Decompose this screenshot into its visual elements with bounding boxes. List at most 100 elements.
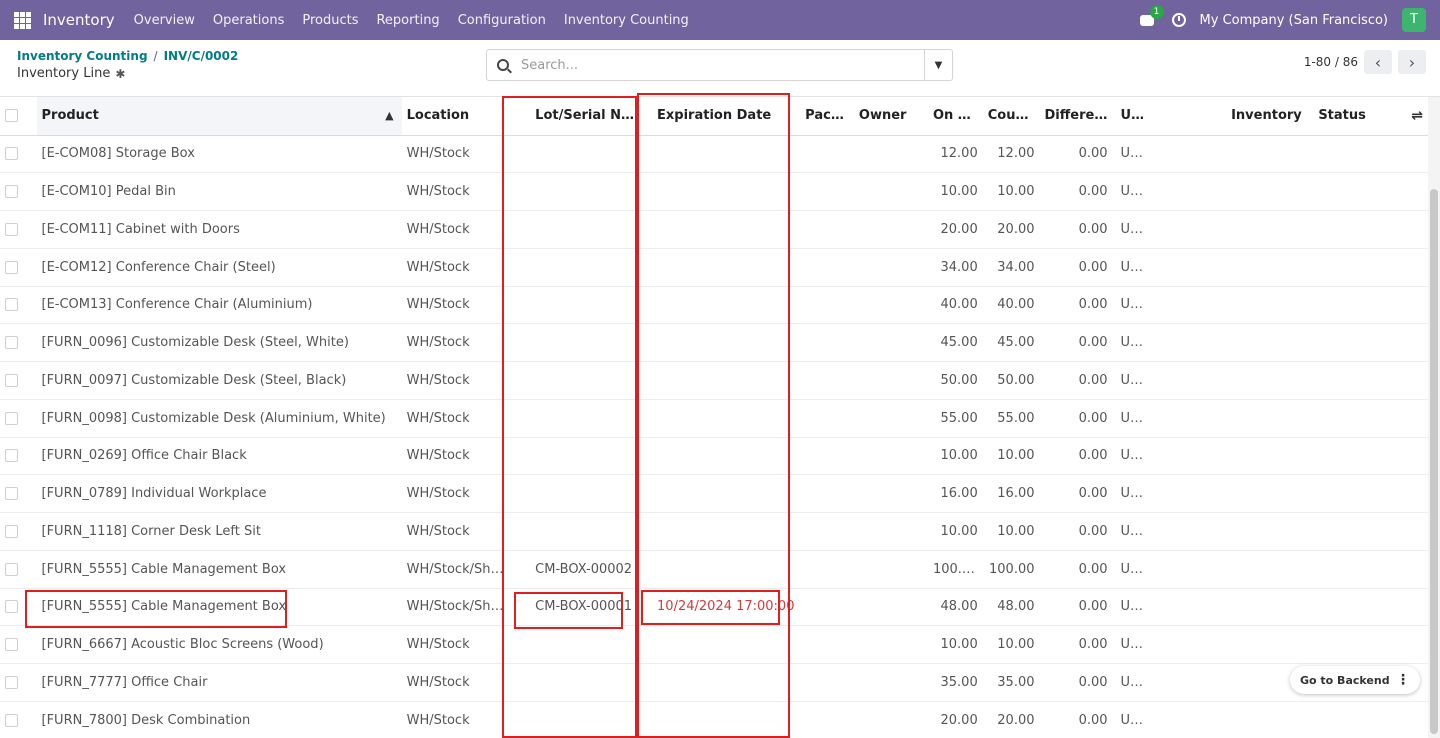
cell-product[interactable]: [FURN_0269] Office Chair Black bbox=[36, 437, 402, 476]
cell-location[interactable]: WH/Stock bbox=[401, 361, 514, 400]
cell-expiry[interactable] bbox=[647, 437, 801, 476]
user-avatar[interactable]: T bbox=[1402, 8, 1426, 32]
menu-products[interactable]: Products bbox=[302, 13, 358, 28]
cell-counted[interactable]: 16.00 bbox=[982, 474, 1040, 513]
row-checkbox[interactable] bbox=[5, 298, 18, 312]
cell-expiry[interactable] bbox=[647, 625, 801, 664]
kebab-menu-icon[interactable]: ⋮ bbox=[1396, 672, 1410, 688]
pager-value[interactable]: 1-80 / 86 bbox=[1304, 55, 1358, 69]
cell-package[interactable] bbox=[800, 437, 854, 476]
pager-next-button[interactable]: › bbox=[1398, 50, 1426, 74]
cell-location[interactable]: WH/Stock bbox=[401, 248, 514, 287]
company-switcher[interactable]: My Company (San Francisco) bbox=[1200, 13, 1388, 28]
cell-location[interactable]: WH/Stock bbox=[401, 663, 514, 702]
table-row[interactable]: [FURN_5555] Cable Management Box WH/Stoc… bbox=[0, 550, 1428, 589]
cell-owner[interactable] bbox=[853, 550, 928, 589]
cell-product[interactable]: [FURN_7800] Desk Combination bbox=[36, 701, 402, 738]
table-row[interactable]: [FURN_0269] Office Chair Black WH/Stock … bbox=[0, 437, 1428, 476]
cell-expiry[interactable] bbox=[647, 399, 801, 438]
cell-package[interactable] bbox=[800, 474, 854, 513]
cell-lot[interactable] bbox=[513, 286, 648, 325]
cell-owner[interactable] bbox=[853, 361, 928, 400]
menu-inventory-counting[interactable]: Inventory Counting bbox=[564, 13, 689, 28]
cell-package[interactable] bbox=[800, 550, 854, 589]
cell-owner[interactable] bbox=[853, 323, 928, 362]
cell-counted[interactable]: 10.00 bbox=[982, 437, 1040, 476]
cell-counted[interactable]: 40.00 bbox=[982, 286, 1040, 325]
cell-counted[interactable]: 20.00 bbox=[982, 701, 1040, 738]
cell-location[interactable]: WH/Stock bbox=[401, 323, 514, 362]
search-options-toggle[interactable]: ▼ bbox=[924, 50, 952, 80]
cell-product[interactable]: [E-COM11] Cabinet with Doors bbox=[36, 210, 402, 249]
cell-lot[interactable] bbox=[513, 512, 648, 551]
cell-location[interactable]: WH/Stock bbox=[401, 701, 514, 738]
cell-expiry[interactable] bbox=[647, 701, 801, 738]
cell-counted[interactable]: 34.00 bbox=[982, 248, 1040, 287]
row-checkbox[interactable] bbox=[5, 222, 18, 236]
cell-product[interactable]: [E-COM13] Conference Chair (Aluminium) bbox=[36, 286, 402, 325]
column-product[interactable]: Product ▲ bbox=[36, 97, 402, 136]
cell-package[interactable] bbox=[800, 625, 854, 664]
cell-owner[interactable] bbox=[853, 210, 928, 249]
cell-expiry[interactable] bbox=[647, 474, 801, 513]
cell-location[interactable]: WH/Stock bbox=[401, 512, 514, 551]
cell-expiry[interactable] bbox=[647, 286, 801, 325]
cell-owner[interactable] bbox=[853, 474, 928, 513]
gear-icon[interactable]: ✱ bbox=[115, 67, 125, 81]
row-checkbox[interactable] bbox=[5, 562, 18, 576]
cell-counted[interactable]: 55.00 bbox=[982, 399, 1040, 438]
cell-lot[interactable] bbox=[513, 172, 648, 211]
column-inventory[interactable]: Inventory bbox=[1226, 97, 1314, 136]
row-checkbox[interactable] bbox=[5, 487, 18, 501]
pager-previous-button[interactable]: ‹ bbox=[1364, 50, 1392, 74]
cell-owner[interactable] bbox=[853, 701, 928, 738]
cell-counted[interactable]: 48.00 bbox=[982, 588, 1040, 627]
cell-counted[interactable]: 10.00 bbox=[982, 512, 1040, 551]
table-row[interactable]: [E-COM10] Pedal Bin WH/Stock 10.00 10.00… bbox=[0, 172, 1428, 211]
cell-location[interactable]: WH/Stock bbox=[401, 474, 514, 513]
column-package[interactable]: Pack... bbox=[800, 97, 854, 136]
cell-location[interactable]: WH/Stock/Shelf 2 bbox=[401, 550, 514, 589]
menu-configuration[interactable]: Configuration bbox=[458, 13, 546, 28]
cell-lot[interactable] bbox=[513, 361, 648, 400]
cell-lot[interactable] bbox=[513, 663, 648, 702]
table-row[interactable]: [E-COM08] Storage Box WH/Stock 12.00 12.… bbox=[0, 135, 1428, 174]
cell-package[interactable] bbox=[800, 588, 854, 627]
column-counted[interactable]: Coun... bbox=[982, 97, 1040, 136]
row-checkbox[interactable] bbox=[5, 260, 18, 274]
table-row[interactable]: [FURN_7800] Desk Combination WH/Stock 20… bbox=[0, 701, 1428, 738]
scrollbar-thumb[interactable] bbox=[1430, 189, 1438, 734]
cell-expiry[interactable] bbox=[647, 550, 801, 589]
column-uom[interactable]: U... bbox=[1112, 97, 1143, 136]
cell-product[interactable]: [FURN_0789] Individual Workplace bbox=[36, 474, 402, 513]
cell-package[interactable] bbox=[800, 663, 854, 702]
cell-lot[interactable] bbox=[513, 210, 648, 249]
menu-reporting[interactable]: Reporting bbox=[376, 13, 439, 28]
column-owner[interactable]: Owner bbox=[853, 97, 928, 136]
cell-owner[interactable] bbox=[853, 172, 928, 211]
menu-overview[interactable]: Overview bbox=[134, 13, 195, 28]
table-row[interactable]: [FURN_7777] Office Chair WH/Stock 35.00 … bbox=[0, 663, 1428, 702]
chat-icon[interactable]: 1 bbox=[1139, 5, 1164, 27]
cell-expiry[interactable] bbox=[647, 512, 801, 551]
column-location[interactable]: Location bbox=[401, 97, 514, 136]
cell-owner[interactable] bbox=[853, 437, 928, 476]
cell-location[interactable]: WH/Stock/Shelf 2 bbox=[401, 588, 514, 627]
cell-expiry[interactable] bbox=[647, 663, 801, 702]
row-checkbox[interactable] bbox=[5, 449, 18, 463]
row-checkbox[interactable] bbox=[5, 713, 18, 727]
cell-expiry[interactable] bbox=[647, 361, 801, 400]
table-row[interactable]: [FURN_0098] Customizable Desk (Aluminium… bbox=[0, 399, 1428, 438]
cell-counted[interactable]: 50.00 bbox=[982, 361, 1040, 400]
cell-package[interactable] bbox=[800, 286, 854, 325]
app-name[interactable]: Inventory bbox=[43, 11, 115, 29]
cell-lot[interactable] bbox=[513, 323, 648, 362]
cell-package[interactable] bbox=[800, 135, 854, 174]
row-checkbox[interactable] bbox=[5, 600, 18, 614]
cell-lot[interactable] bbox=[513, 625, 648, 664]
cell-lot[interactable] bbox=[513, 437, 648, 476]
cell-counted[interactable]: 10.00 bbox=[982, 625, 1040, 664]
cell-expiry[interactable] bbox=[647, 210, 801, 249]
table-row[interactable]: [E-COM12] Conference Chair (Steel) WH/St… bbox=[0, 248, 1428, 287]
cell-product[interactable]: [FURN_5555] Cable Management Box bbox=[36, 588, 402, 627]
